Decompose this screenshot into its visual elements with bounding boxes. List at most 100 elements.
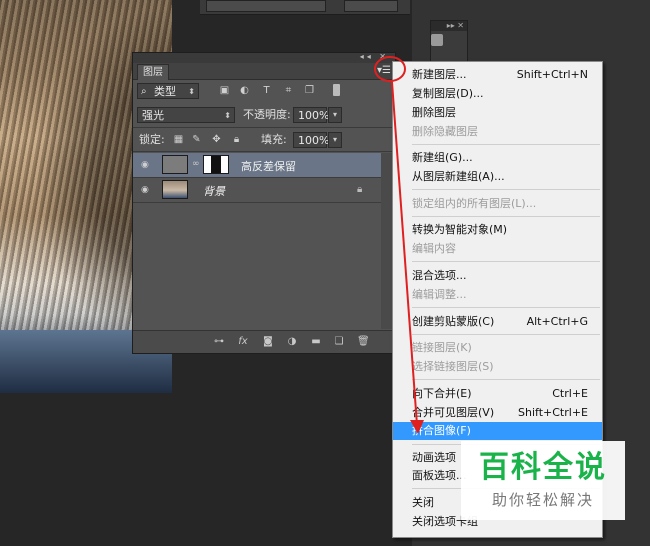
filter-toggle-icon[interactable] — [333, 84, 340, 96]
menu-item-convert-to-smart-object[interactable]: 转换为智能对象(M) — [393, 221, 602, 239]
divider — [133, 151, 395, 152]
canvas-background — [0, 393, 172, 546]
collapsed-panel-bar: ▸▸ ✕ — [431, 21, 467, 31]
filter-row: ⌕ 类型 ⬍ ▣ ◐ T ⌗ ❐ — [133, 80, 395, 102]
menu-item-label: 从图层新建组(A)... — [412, 170, 505, 183]
layer-mask-thumbnail[interactable] — [203, 155, 229, 174]
layers-panel: ◂◂ ✕ 图层 ▾☰ ⌕ 类型 ⬍ ▣ ◐ T ⌗ ❐ 强光 ⬍ 不透明度: 1… — [132, 52, 396, 354]
eye-icon[interactable]: ◉ — [141, 185, 151, 195]
menu-item-label: 混合选项... — [412, 269, 467, 282]
lock-icon: 🔒︎ — [357, 184, 363, 195]
menu-item-delete-hidden-layers: 删除隐藏图层 — [393, 123, 602, 141]
smartobject-filter-icon[interactable]: ❐ — [304, 85, 315, 96]
type-filter-icon[interactable]: T — [261, 85, 272, 96]
layer-row-background[interactable]: ◉ 背景 🔒︎ — [133, 178, 381, 203]
menu-item-edit-adjustment: 编辑调整... — [393, 286, 602, 304]
menu-item-edit-contents: 编辑内容 — [393, 240, 602, 258]
menu-item-merge-visible[interactable]: 合并可见图层(V) Shift+Ctrl+E — [393, 404, 602, 422]
menu-item-label: 删除隐藏图层 — [412, 125, 478, 138]
lock-row: 锁定: ▦ ✎ ✥ 🔒︎ 填充: 100% ▾ — [133, 129, 395, 151]
menu-item-label: 锁定组内的所有图层(L)... — [412, 197, 537, 210]
panel-collapse-close-icon[interactable]: ◂◂ ✕ — [360, 52, 389, 61]
adjustment-layer-icon[interactable]: ◑ — [286, 336, 298, 348]
filter-kind-label: 类型 — [154, 85, 176, 98]
menu-item-shortcut: Shift+Ctrl+N — [516, 68, 588, 81]
lock-label: 锁定: — [139, 133, 165, 146]
link-layers-icon[interactable]: ⊶ — [213, 336, 225, 348]
lock-brush-icon[interactable]: ✎ — [191, 134, 202, 145]
menu-item-link-layers: 链接图层(K) — [393, 339, 602, 357]
menu-separator — [412, 216, 600, 217]
menu-item-delete-layer[interactable]: 删除图层 — [393, 104, 602, 122]
menu-item-duplicate-layer[interactable]: 复制图层(D)... — [393, 85, 602, 103]
layers-bottom-bar: ⊶ fx ◙ ◑ ▬ ❏ 🗑︎ — [133, 330, 395, 353]
adjustment-filter-icon[interactable]: ◐ — [239, 85, 250, 96]
menu-item-shortcut: Shift+Ctrl+E — [518, 406, 588, 419]
add-mask-icon[interactable]: ◙ — [262, 336, 274, 348]
options-select-1[interactable] — [206, 0, 326, 12]
menu-item-new-group[interactable]: 新建组(G)... — [393, 149, 602, 167]
tab-layers[interactable]: 图层 — [137, 64, 169, 80]
menu-separator — [412, 261, 600, 262]
menu-separator — [412, 144, 600, 145]
layer-name: 高反差保留 — [241, 160, 296, 173]
search-icon: ⌕ — [141, 86, 147, 97]
layer-name: 背景 — [203, 185, 225, 198]
menu-item-merge-down[interactable]: 向下合并(E) Ctrl+E — [393, 385, 602, 403]
menu-item-shortcut: Ctrl+E — [552, 387, 588, 400]
pixel-filter-icon[interactable]: ▣ — [219, 85, 230, 96]
updown-arrow-icon: ⬍ — [224, 111, 231, 120]
menu-item-new-group-from-layers[interactable]: 从图层新建组(A)... — [393, 168, 602, 186]
opacity-dropdown-button[interactable]: ▾ — [328, 107, 342, 123]
menu-item-label: 新建组(G)... — [412, 151, 473, 164]
new-group-icon[interactable]: ▬ — [310, 336, 322, 348]
eye-icon[interactable]: ◉ — [141, 160, 151, 170]
link-chain-icon[interactable]: ∞ — [192, 159, 200, 169]
menu-item-label: 复制图层(D)... — [412, 87, 484, 100]
menu-item-new-layer[interactable]: 新建图层... Shift+Ctrl+N — [393, 66, 602, 84]
menu-item-label: 编辑内容 — [412, 242, 456, 255]
fill-dropdown-button[interactable]: ▾ — [328, 132, 342, 148]
new-layer-icon[interactable]: ❏ — [333, 336, 345, 348]
menu-item-lock-all-layers-in-group: 锁定组内的所有图层(L)... — [393, 195, 602, 213]
blend-mode-select[interactable]: 强光 ⬍ — [137, 107, 235, 123]
updown-arrow-icon: ⬍ — [188, 87, 195, 96]
menu-separator — [412, 307, 600, 308]
opacity-value: 100% — [298, 109, 330, 122]
menu-item-label: 合并可见图层(V) — [412, 406, 495, 419]
options-select-2[interactable] — [344, 0, 398, 12]
menu-item-label: 链接图层(K) — [412, 341, 472, 354]
menu-item-blending-options[interactable]: 混合选项... — [393, 267, 602, 285]
fx-icon[interactable]: fx — [237, 336, 249, 348]
menu-item-flatten-image[interactable]: 拼合图像(F) — [393, 422, 602, 440]
blend-mode-value: 强光 — [142, 109, 164, 122]
fill-value: 100% — [298, 134, 330, 147]
menu-item-label: 关闭 — [412, 496, 434, 509]
shape-filter-icon[interactable]: ⌗ — [283, 85, 294, 96]
cube-icon[interactable] — [431, 34, 443, 46]
fill-label: 填充: — [261, 133, 287, 146]
blend-row: 强光 ⬍ 不透明度: 100% ▾ — [133, 104, 395, 126]
layer-row-high-pass[interactable]: ◉ ∞ 高反差保留 — [133, 153, 381, 178]
lock-move-icon[interactable]: ✥ — [211, 134, 222, 145]
layer-thumbnail — [162, 155, 188, 174]
menu-item-label: 选择链接图层(S) — [412, 360, 494, 373]
filter-kind-select[interactable]: ⌕ 类型 ⬍ — [137, 83, 199, 99]
menu-item-label: 编辑调整... — [412, 288, 467, 301]
menu-item-create-clipping-mask[interactable]: 创建剪贴蒙版(C) Alt+Ctrl+G — [393, 313, 602, 331]
lock-all-icon[interactable]: 🔒︎ — [231, 134, 242, 145]
options-bar — [200, 0, 410, 15]
fill-input[interactable]: 100% — [293, 132, 330, 148]
panel-menu-icon[interactable]: ▾☰ — [377, 65, 391, 76]
watermark-subtitle: 助你轻松解决 — [491, 491, 594, 509]
trash-icon[interactable]: 🗑︎ — [357, 336, 370, 348]
lock-transparent-icon[interactable]: ▦ — [173, 134, 184, 145]
menu-item-label: 删除图层 — [412, 106, 456, 119]
menu-item-label: 新建图层... — [412, 68, 467, 81]
opacity-input[interactable]: 100% — [293, 107, 330, 123]
menu-separator — [412, 379, 600, 380]
layer-thumbnail — [162, 180, 188, 199]
panel-tabbar: 图层 ▾☰ — [133, 63, 395, 80]
menu-item-label: 动画选项 — [412, 451, 456, 464]
opacity-label: 不透明度: — [243, 108, 291, 121]
